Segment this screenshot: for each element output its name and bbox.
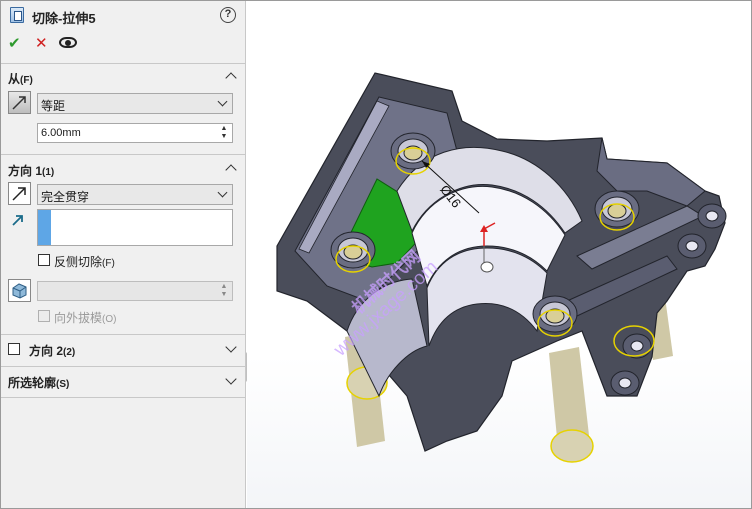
offset-distance-input[interactable]: 6.00mm ▲ ▼: [37, 123, 233, 143]
draft-angle-input[interactable]: ▲ ▼: [37, 281, 233, 301]
selected-contours-section-header[interactable]: 所选轮廓(S): [8, 374, 69, 391]
active-selection-indicator: [38, 210, 51, 245]
property-manager-panel: 切除-拉伸5 ? ✔ ✕ 从(F) 等距 6.00mm ▲ ▼ 方向 1(1) 完…: [1, 1, 246, 508]
end-condition-select[interactable]: 完全贯穿: [37, 184, 233, 205]
panel-titlebar: 切除-拉伸5 ?: [1, 1, 246, 31]
offset-spinner[interactable]: ▲ ▼: [217, 125, 231, 141]
help-icon[interactable]: ?: [220, 7, 236, 23]
feature-title: 切除-拉伸5: [32, 11, 96, 26]
direction1-collapse-chevron-icon[interactable]: [227, 166, 235, 174]
flip-side-to-cut-checkbox[interactable]: [38, 254, 50, 266]
divider: [1, 397, 246, 398]
detailed-preview-eye-icon[interactable]: [59, 37, 77, 48]
divider: [1, 154, 246, 155]
ok-check-icon[interactable]: ✔: [8, 34, 21, 52]
direction2-expand-chevron-icon[interactable]: [227, 343, 235, 351]
direction2-section-header[interactable]: 方向 2(2): [29, 342, 75, 359]
direction1-section-header[interactable]: 方向 1(1): [8, 162, 54, 179]
pin-bottom: [549, 347, 594, 463]
direction-vector-icon: [10, 212, 26, 228]
draft-angle-spinner[interactable]: ▲ ▼: [217, 283, 231, 299]
part-model-render: [276, 72, 727, 463]
divider: [1, 63, 246, 64]
extruded-cut-icon: [10, 7, 24, 23]
selected-contours-expand-chevron-icon[interactable]: [227, 375, 235, 383]
draft-icon[interactable]: [8, 279, 31, 302]
divider: [1, 366, 246, 367]
start-condition-select[interactable]: 等距: [37, 93, 233, 114]
start-condition-icon: [8, 91, 31, 114]
from-section-header[interactable]: 从(F): [8, 70, 33, 87]
cancel-x-icon[interactable]: ✕: [35, 34, 48, 52]
graphics-viewport[interactable]: Ø16: [247, 1, 751, 508]
direction2-checkbox[interactable]: [8, 343, 20, 355]
draft-outward-checkbox[interactable]: [38, 310, 50, 322]
reverse-direction-icon[interactable]: [8, 182, 31, 205]
from-collapse-chevron-icon[interactable]: [227, 74, 235, 82]
action-bar: ✔ ✕: [1, 32, 246, 54]
draft-outward-label: 向外拔模(O): [54, 311, 117, 325]
flip-side-to-cut-label: 反侧切除(F): [54, 255, 115, 269]
divider: [1, 334, 246, 335]
hole-top: [390, 132, 436, 175]
direction-selection-box[interactable]: [37, 209, 233, 246]
